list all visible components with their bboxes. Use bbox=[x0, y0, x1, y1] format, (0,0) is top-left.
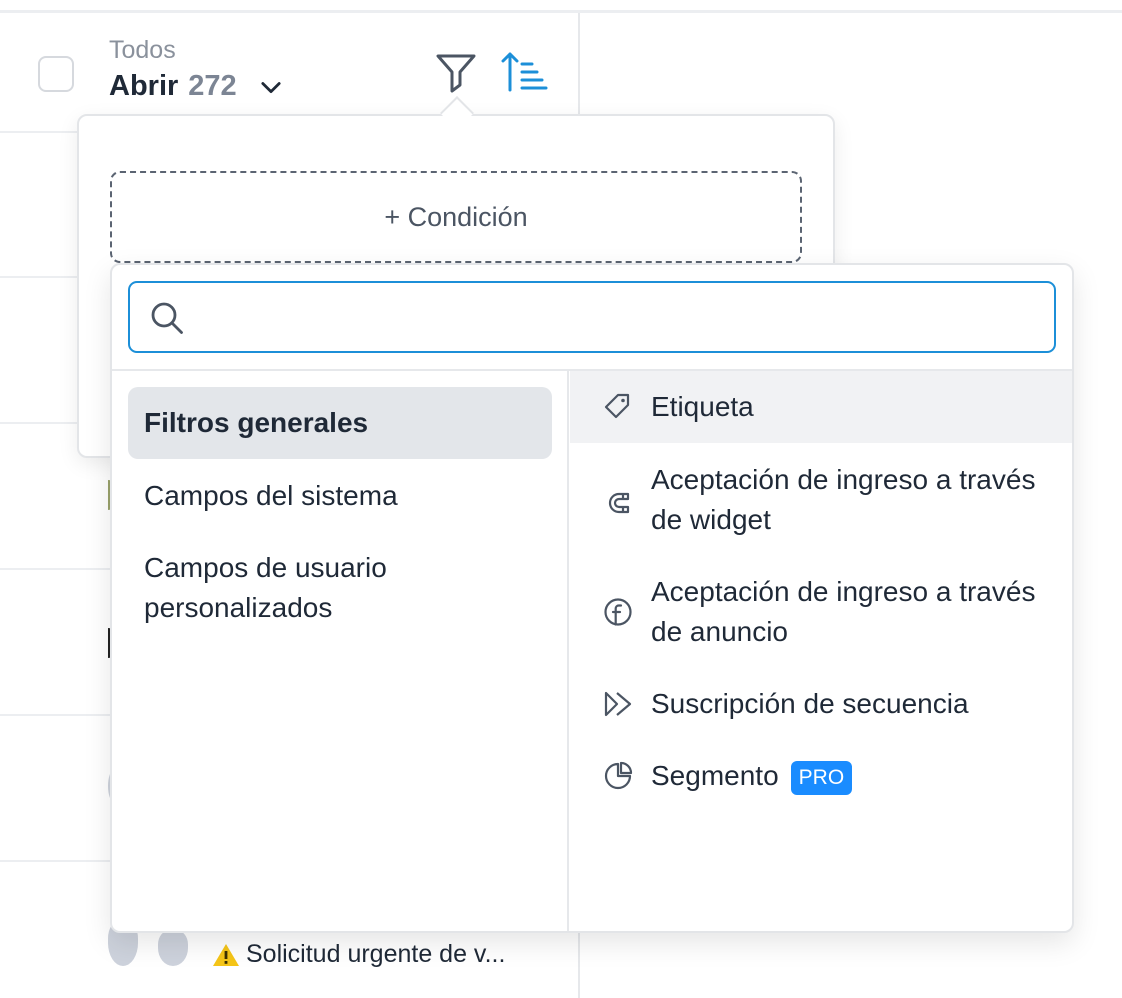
category-campos-de-usuario[interactable]: Campos de usuario personalizados bbox=[128, 548, 458, 628]
category-filtros-generales[interactable]: Filtros generales bbox=[128, 387, 552, 459]
conversation-preview: Solicitud urgente de v... bbox=[212, 940, 505, 969]
inbox-status-dropdown[interactable]: Abrir 272 bbox=[109, 70, 285, 103]
option-label-row: Segmento PRO bbox=[651, 756, 1061, 796]
option-label: Etiqueta bbox=[651, 391, 754, 422]
option-secuencia[interactable]: Suscripción de secuencia bbox=[570, 680, 1072, 728]
category-label: Campos de usuario personalizados bbox=[144, 552, 387, 623]
inbox-count: 272 bbox=[188, 70, 237, 102]
inbox-status-label: Abrir bbox=[109, 70, 179, 102]
inbox-scope-label: Todos bbox=[109, 36, 176, 64]
select-all-checkbox[interactable] bbox=[38, 56, 74, 92]
condition-search[interactable] bbox=[128, 281, 1056, 353]
option-label: Aceptación de ingreso a través de widget bbox=[651, 464, 1036, 535]
double-chevron-right-icon bbox=[604, 691, 632, 717]
menu-column-divider bbox=[567, 371, 569, 931]
pro-badge: PRO bbox=[790, 760, 853, 795]
conversation-preview-text: Solicitud urgente de v... bbox=[246, 940, 506, 968]
warning-icon bbox=[213, 943, 239, 966]
option-etiqueta[interactable]: Etiqueta bbox=[570, 371, 1072, 443]
app-window: Todos Abrir 272 Solicitud urgente de v..… bbox=[0, 0, 1122, 998]
pie-chart-icon bbox=[604, 761, 633, 790]
option-segmento[interactable]: Segmento PRO bbox=[570, 752, 1072, 800]
category-label: Campos del sistema bbox=[144, 480, 398, 511]
magnet-icon bbox=[608, 492, 630, 514]
avatar bbox=[158, 930, 188, 966]
category-label: Filtros generales bbox=[144, 407, 369, 438]
tag-icon bbox=[604, 393, 630, 419]
option-label: Segmento bbox=[651, 760, 779, 791]
search-icon bbox=[151, 302, 183, 334]
facebook-icon bbox=[604, 598, 632, 626]
sort-ascending-icon[interactable] bbox=[500, 48, 548, 94]
option-widget[interactable]: Aceptación de ingreso a través de widget bbox=[570, 456, 1072, 552]
filter-icon[interactable] bbox=[433, 50, 479, 96]
search-input[interactable] bbox=[200, 291, 1040, 343]
option-anuncio[interactable]: Aceptación de ingreso a través de anunci… bbox=[570, 568, 1072, 664]
option-label: Aceptación de ingreso a través de anunci… bbox=[651, 576, 1036, 647]
chevron-down-icon bbox=[261, 81, 281, 93]
category-campos-del-sistema[interactable]: Campos del sistema bbox=[128, 476, 552, 516]
option-label: Suscripción de secuencia bbox=[651, 688, 969, 719]
add-condition-button[interactable]: + Condición bbox=[110, 171, 802, 263]
